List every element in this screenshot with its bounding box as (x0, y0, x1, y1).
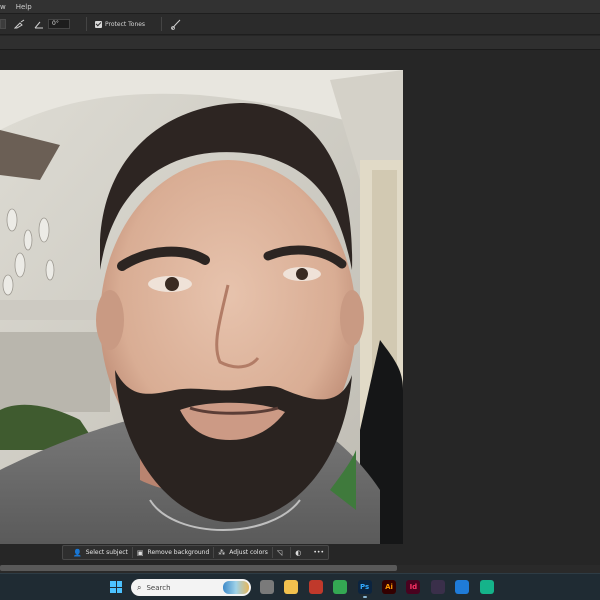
menu-item-help[interactable]: Help (11, 3, 37, 11)
protect-tones-option[interactable]: Protect Tones (95, 20, 146, 28)
pressure-size-toggle[interactable] (170, 19, 182, 30)
chrome-icon[interactable] (333, 580, 348, 594)
options-bar: 0° Protect Tones (0, 13, 600, 35)
taskbar-search-box[interactable]: ⌕ Search (131, 579, 251, 596)
remove-background-label: Remove background (147, 549, 210, 556)
mask-button[interactable]: ◐ (291, 547, 309, 558)
menu-item-window[interactable]: w (0, 3, 11, 11)
more-options-button[interactable]: ••• (309, 547, 328, 558)
image-icon: ▣ (136, 548, 144, 557)
search-icon: ⌕ (137, 582, 142, 592)
transform-icon: ◹ (276, 548, 283, 557)
horizontal-scrollbar[interactable] (0, 565, 397, 571)
document-tab-strip (0, 36, 600, 50)
portrait-image (0, 70, 403, 544)
airbrush-toggle[interactable] (14, 19, 26, 29)
illustrator-icon[interactable]: Ai (382, 580, 396, 594)
divider (161, 17, 163, 31)
document-canvas-photo[interactable] (0, 70, 403, 544)
file-explorer-icon[interactable] (284, 580, 299, 594)
contextual-task-bar: 👤 Select subject ▣ Remove background ⁂ A… (62, 545, 329, 560)
adjust-colors-icon: ⁂ (218, 548, 226, 557)
protect-tones-label: Protect Tones (105, 20, 146, 28)
divider (86, 17, 87, 31)
brush-pressure-icon (171, 19, 181, 30)
remove-background-button[interactable]: ▣ Remove background (133, 547, 215, 558)
person-icon: 👤 (73, 548, 82, 557)
protect-tones-checkbox[interactable] (95, 20, 102, 28)
edge-icon[interactable] (455, 580, 470, 594)
app-red-icon[interactable] (308, 580, 323, 594)
half-circle-icon: ◐ (295, 548, 302, 557)
angle-control: 0° (34, 19, 70, 29)
more-options-icon: ••• (313, 549, 324, 556)
windows-taskbar: ⌕ Search Ps Ai Id (0, 573, 600, 600)
photoshop-window: w Help 0° Protect Tones 👤 Select subject… (0, 0, 600, 600)
angle-input[interactable]: 0° (48, 19, 70, 29)
indesign-icon[interactable]: Id (406, 580, 421, 594)
photoshop-icon[interactable]: Ps (357, 580, 372, 598)
media-player-icon[interactable] (430, 580, 445, 594)
select-subject-label: Select subject (85, 549, 128, 556)
airbrush-icon (14, 19, 25, 29)
adjust-colors-label: Adjust colors (229, 549, 268, 556)
transform-button[interactable]: ◹ (273, 547, 292, 558)
task-view-icon[interactable] (260, 580, 274, 594)
windows-start-icon[interactable] (110, 581, 122, 593)
select-subject-button[interactable]: 👤 Select subject (69, 547, 133, 558)
tool-preset-picker[interactable] (0, 19, 6, 29)
security-app-icon[interactable] (479, 580, 494, 594)
search-highlight-icon (223, 581, 249, 594)
menu-bar: w Help (0, 0, 600, 13)
search-placeholder: Search (146, 583, 171, 592)
canvas-workspace[interactable] (0, 50, 600, 565)
angle-icon (34, 21, 43, 28)
adjust-colors-button[interactable]: ⁂ Adjust colors (214, 547, 273, 558)
